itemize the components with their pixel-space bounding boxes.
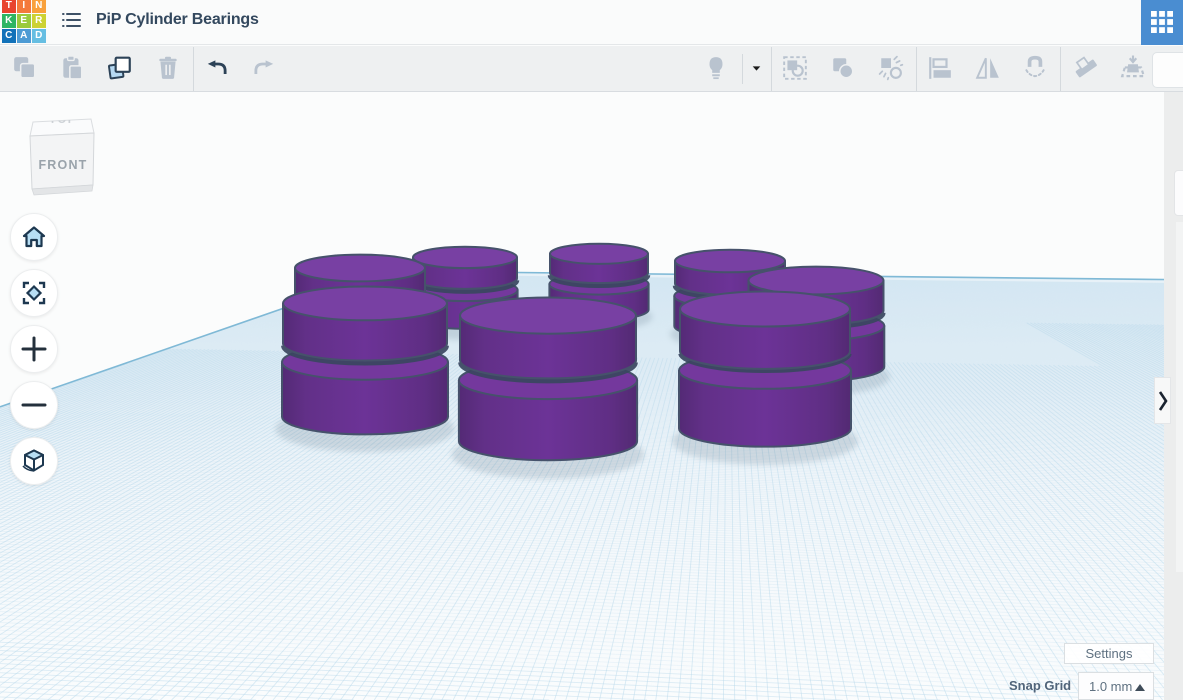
svg-text:FRONT: FRONT	[38, 158, 87, 172]
